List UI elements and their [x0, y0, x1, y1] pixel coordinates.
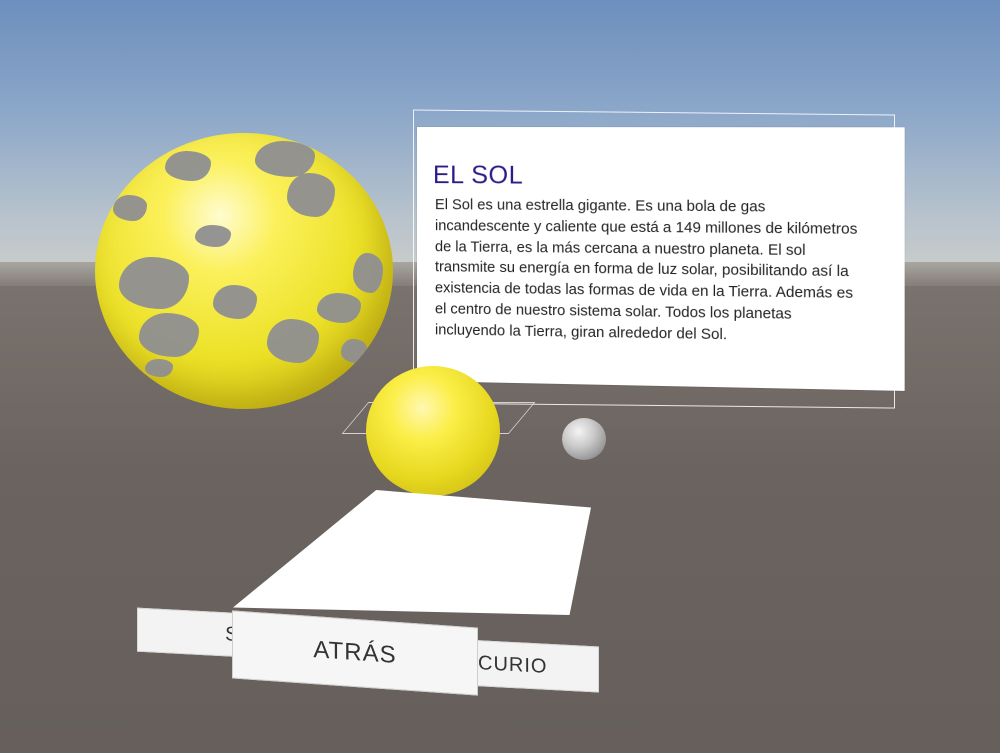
panel-title: EL SOL	[432, 161, 524, 190]
sun-spot	[113, 195, 147, 221]
panel-description: El Sol es una estrella gigante. Es una b…	[434, 197, 858, 344]
sun-spot	[353, 253, 383, 293]
large-sun-sphere[interactable]	[95, 133, 393, 409]
mercurio-button-label: CURIO	[478, 651, 548, 678]
info-panel: EL SOL El Sol es una estrella gigante. E…	[417, 127, 905, 391]
mercurio-button[interactable]: CURIO	[465, 639, 599, 693]
sun-spot	[145, 359, 173, 377]
back-button-label: ATRÁS	[313, 636, 397, 669]
sun-spot	[341, 339, 367, 363]
mercury-sphere[interactable]	[562, 418, 606, 460]
sun-spot	[287, 173, 335, 217]
sun-spot	[267, 319, 319, 363]
sun-spot	[317, 293, 361, 323]
sun-spot	[139, 313, 199, 357]
small-sun-sphere[interactable]	[366, 366, 500, 496]
sun-spot	[255, 141, 315, 177]
sun-spot	[119, 257, 189, 309]
sun-spot	[213, 285, 257, 319]
sun-spot	[195, 225, 231, 247]
sun-spot	[165, 151, 211, 181]
